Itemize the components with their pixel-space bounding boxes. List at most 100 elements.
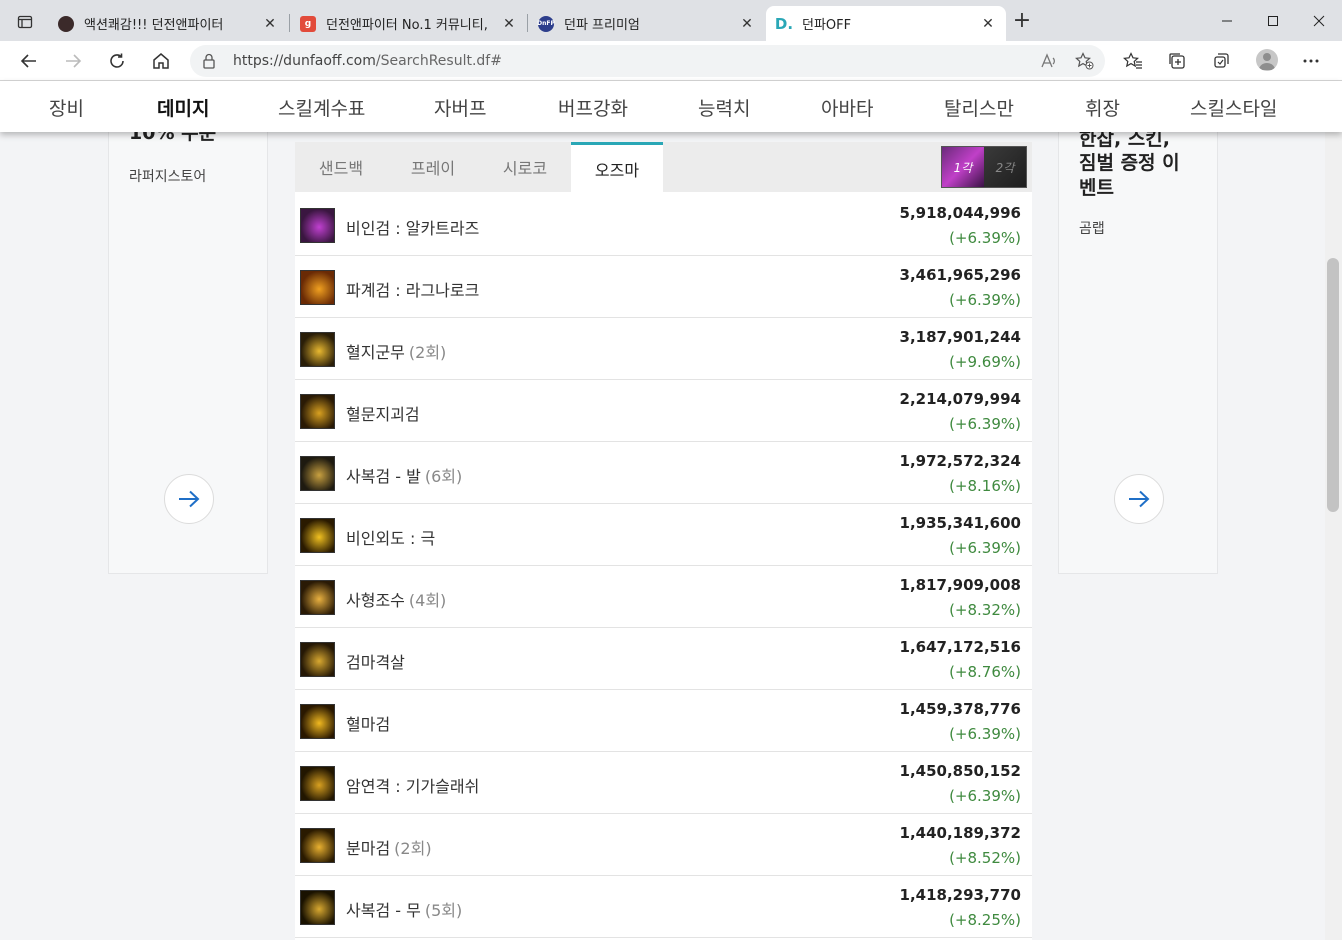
left-ad-arrow-button[interactable] xyxy=(164,474,214,524)
skill-hit-count: (4회) xyxy=(408,591,447,610)
skill-damage: 3,461,965,296 xyxy=(899,266,1021,284)
browser-tab-4[interactable]: D. 던파OFF ✕ xyxy=(766,6,1006,41)
collections-icon[interactable] xyxy=(1165,49,1189,73)
minimize-button[interactable] xyxy=(1204,8,1250,34)
skill-name: 혈문지괴검 xyxy=(346,401,420,425)
nav-item-damage[interactable]: 데미지 xyxy=(157,94,209,121)
tab-close-icon[interactable]: ✕ xyxy=(501,16,517,32)
skill-row: 분마검 (2회) 1,440,189,372 (+8.52%) xyxy=(295,814,1032,876)
toggle-first-awakening[interactable]: 1각 xyxy=(942,147,984,187)
back-icon[interactable] xyxy=(17,49,41,73)
subtab-sirocco[interactable]: 시로코 xyxy=(479,142,571,192)
skill-hit-count: (6회) xyxy=(424,467,463,486)
tab-close-icon[interactable]: ✕ xyxy=(980,16,996,32)
tab-favicon-icon: D. xyxy=(774,14,794,33)
skill-increase-percent: (+6.39%) xyxy=(949,415,1021,433)
skill-hit-count: (2회) xyxy=(408,343,447,362)
subtab-sandbag[interactable]: 샌드백 xyxy=(295,142,387,192)
nav-item-talisman[interactable]: 탈리스만 xyxy=(944,94,1014,121)
skill-name-text: 비인외도 : 극 xyxy=(346,529,436,548)
browser-tab-3[interactable]: DnFP 던파 프리미엄 ✕ xyxy=(528,6,765,41)
awakening-toggle[interactable]: 1각 2각 xyxy=(941,146,1027,188)
left-side-ad[interactable]: 10% 수준 라퍼지스토어 xyxy=(108,122,268,574)
skill-increase-percent: (+6.39%) xyxy=(949,539,1021,557)
tab-favicon-icon xyxy=(58,15,74,32)
subtab-prey[interactable]: 프레이 xyxy=(387,142,479,192)
lock-icon[interactable] xyxy=(202,53,216,73)
skill-name-text: 비인검 : 알카트라즈 xyxy=(346,219,480,238)
skill-row: 비인검 : 알카트라즈 5,918,044,996 (+6.39%) xyxy=(295,194,1032,256)
browser-tab-2[interactable]: g 던전앤파이터 No.1 커뮤니티, 던 ✕ xyxy=(290,6,527,41)
nav-item-avatar[interactable]: 아바타 xyxy=(821,94,873,121)
nav-item-stats[interactable]: 능력치 xyxy=(698,94,750,121)
skill-increase-percent: (+8.25%) xyxy=(949,911,1021,929)
skill-icon xyxy=(300,828,335,863)
skill-damage: 1,459,378,776 xyxy=(899,700,1021,718)
tab-close-icon[interactable]: ✕ xyxy=(739,16,755,32)
skill-icon xyxy=(300,208,335,243)
skill-icon xyxy=(300,580,335,615)
skill-increase-percent: (+6.39%) xyxy=(949,291,1021,309)
skill-name-text: 사복검 - 발 xyxy=(346,467,421,486)
read-aloud-icon[interactable] xyxy=(1040,52,1058,74)
skill-icon xyxy=(300,642,335,677)
browser-tab-1[interactable]: 액션쾌감!!! 던전앤파이터 ✕ xyxy=(48,6,288,41)
maximize-button[interactable] xyxy=(1250,8,1296,34)
browser-tabstrip: 액션쾌감!!! 던전앤파이터 ✕ g 던전앤파이터 No.1 커뮤니티, 던 ✕… xyxy=(0,0,1342,41)
address-bar[interactable]: https://dunfaoff.com/SearchResult.df# xyxy=(190,45,1105,77)
skill-increase-percent: (+8.16%) xyxy=(949,477,1021,495)
tab-title: 액션쾌감!!! 던전앤파이터 xyxy=(84,18,224,33)
forward-icon[interactable] xyxy=(61,49,85,73)
nav-item-buff-enhance[interactable]: 버프강화 xyxy=(558,94,628,121)
settings-more-icon[interactable] xyxy=(1299,49,1323,73)
refresh-icon[interactable] xyxy=(105,49,129,73)
skill-icon xyxy=(300,270,335,305)
url-host: https://dunfaoff.com xyxy=(233,53,376,69)
skill-increase-percent: (+6.39%) xyxy=(949,725,1021,743)
sync-icon[interactable] xyxy=(1209,49,1233,73)
skill-name-text: 혈마검 xyxy=(346,715,391,734)
skill-damage: 2,214,079,994 xyxy=(899,390,1021,408)
skill-damage-list: 비인검 : 알카트라즈 5,918,044,996 (+6.39%) 파계검 : 라그… xyxy=(295,194,1032,938)
nav-item-skill-style[interactable]: 스킬스타일 xyxy=(1190,94,1277,121)
skill-row: 암연격 : 기가슬래쉬 1,450,850,152 (+6.39%) xyxy=(295,752,1032,814)
page-scrollbar-track[interactable] xyxy=(1325,132,1342,940)
nav-item-skill-coefficients[interactable]: 스킬계수표 xyxy=(278,94,365,121)
site-nav: 장비 데미지 스킬계수표 자버프 버프강화 능력치 아바타 탈리스만 휘장 스킬… xyxy=(0,81,1342,132)
close-window-button[interactable] xyxy=(1296,8,1342,34)
browser-toolbar: https://dunfaoff.com/SearchResult.df# xyxy=(0,41,1342,81)
skill-icon xyxy=(300,766,335,801)
home-icon[interactable] xyxy=(149,49,173,73)
page-scrollbar-thumb[interactable] xyxy=(1327,258,1339,512)
new-tab-button[interactable]: + xyxy=(1010,10,1034,34)
nav-item-equipment[interactable]: 장비 xyxy=(49,94,84,121)
skill-name: 사복검 - 발 (6회) xyxy=(346,463,462,487)
nav-item-self-buff[interactable]: 자버프 xyxy=(434,94,486,121)
skill-row: 비인외도 : 극 1,935,341,600 (+6.39%) xyxy=(295,504,1032,566)
skill-row: 사복검 - 무 (5회) 1,418,293,770 (+8.25%) xyxy=(295,876,1032,938)
skill-name-text: 암연격 : 기가슬래쉬 xyxy=(346,777,480,796)
skill-name-text: 분마검 xyxy=(346,839,391,858)
skill-name: 분마검 (2회) xyxy=(346,835,432,859)
right-side-ad[interactable]: 한잡, 스킨, 짐벌 증정 이 벤트 곰랩 xyxy=(1058,128,1218,574)
skill-increase-percent: (+9.69%) xyxy=(949,353,1021,371)
nav-item-emblem[interactable]: 휘장 xyxy=(1085,94,1120,121)
damage-panel: 샌드백 프레이 시로코 오즈마 1각 2각 비인검 : 알카트라즈 5,918,0… xyxy=(295,142,1032,940)
tab-close-icon[interactable]: ✕ xyxy=(262,16,278,32)
url-text[interactable]: https://dunfaoff.com/SearchResult.df# xyxy=(233,53,502,69)
profile-avatar-icon[interactable] xyxy=(1256,49,1278,71)
right-ad-arrow-button[interactable] xyxy=(1114,474,1164,524)
skill-increase-percent: (+8.32%) xyxy=(949,601,1021,619)
skill-name-text: 검마격살 xyxy=(346,653,405,672)
favorites-icon[interactable] xyxy=(1121,49,1145,73)
right-ad-headline-line3: 벤트 xyxy=(1079,177,1114,199)
skill-name: 비인외도 : 극 xyxy=(346,525,435,549)
skill-name-text: 사복검 - 무 xyxy=(346,901,421,920)
add-favorite-icon[interactable] xyxy=(1075,52,1094,74)
skill-name: 파계검 : 라그나로크 xyxy=(346,277,479,301)
skill-damage: 1,972,572,324 xyxy=(899,452,1021,470)
skill-row: 혈마검 1,459,378,776 (+6.39%) xyxy=(295,690,1032,752)
toggle-second-awakening[interactable]: 2각 xyxy=(984,147,1026,187)
tab-actions-icon[interactable] xyxy=(8,8,42,36)
subtab-ozma[interactable]: 오즈마 xyxy=(571,142,663,192)
